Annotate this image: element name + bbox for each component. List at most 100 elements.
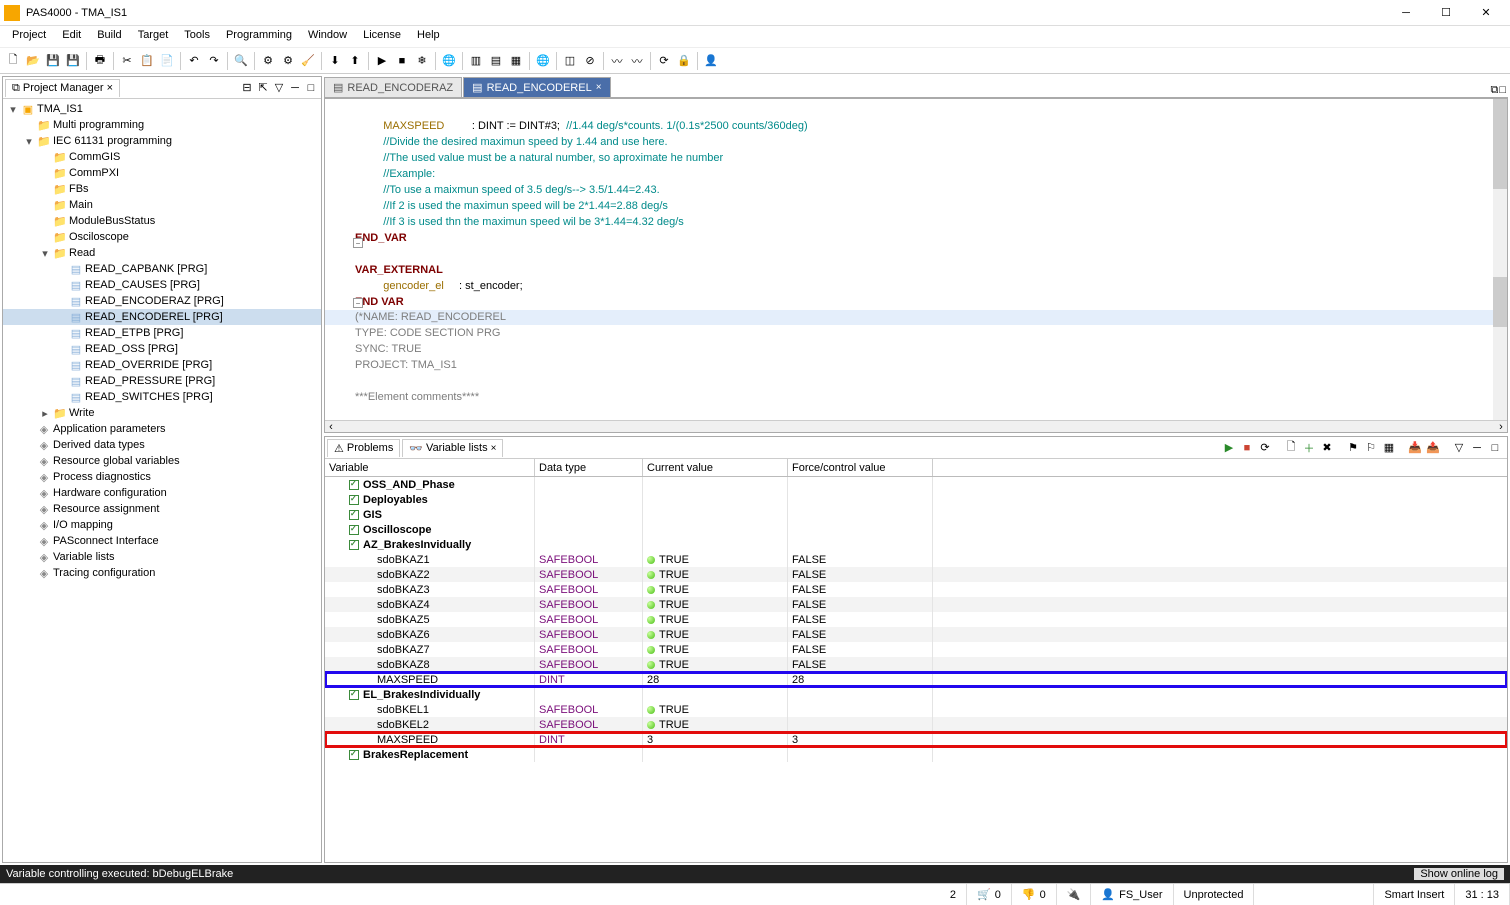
collapse-all-icon[interactable]: ⊟ [240,81,254,95]
variable-group-row[interactable]: OSS_AND_Phase [325,477,1507,492]
editor-vscrollbar[interactable] [1493,99,1507,420]
variable-row[interactable]: sdoBKAZ2SAFEBOOLTRUEFALSE [325,567,1507,582]
menu-edit[interactable]: Edit [54,26,89,47]
col-header-current[interactable]: Current value [643,459,788,476]
tree-item[interactable]: ▾▣TMA_IS1 [3,101,321,117]
variable-group-row[interactable]: GIS [325,507,1507,522]
panel3-icon[interactable]: ▦ [507,52,525,70]
tree-toggle-icon[interactable]: ▾ [23,135,35,148]
save-all-icon[interactable]: 💾 [64,52,82,70]
delete-icon[interactable]: ✖ [1319,440,1335,456]
tree-item[interactable]: ◈Process diagnostics [3,469,321,485]
rebuild-icon[interactable]: ⚙ [279,52,297,70]
globe-icon[interactable]: 🌐 [534,52,552,70]
maximize-button[interactable]: ☐ [1426,1,1466,25]
panel-max-icon[interactable]: □ [1487,440,1503,456]
variable-row[interactable]: MAXSPEEDDINT33 [325,732,1507,747]
panel1-icon[interactable]: ▥ [467,52,485,70]
download-icon[interactable]: ⬇ [326,52,344,70]
export-icon[interactable]: 📤 [1425,440,1441,456]
import-icon[interactable]: 📥 [1407,440,1423,456]
variable-group-row[interactable]: EL_BrakesIndividually [325,687,1507,702]
group-checkbox-icon[interactable] [349,495,359,505]
print-icon[interactable]: 🖶 [91,52,109,70]
tree-item[interactable]: ▤READ_OSS [PRG] [3,341,321,357]
tree-item[interactable]: 📁CommGIS [3,149,321,165]
menu-programming[interactable]: Programming [218,26,300,47]
tree-item[interactable]: ▤READ_ENCODEREL [PRG] [3,309,321,325]
tree-item[interactable]: 📁Main [3,197,321,213]
variable-row[interactable]: sdoBKAZ6SAFEBOOLTRUEFALSE [325,627,1507,642]
variable-lists-tab[interactable]: 👓 Variable lists × [402,439,503,457]
chart1-icon[interactable]: 〰 [608,52,626,70]
variable-row[interactable]: sdoBKAZ1SAFEBOOLTRUEFALSE [325,552,1507,567]
expand-icon[interactable]: ▦ [1381,440,1397,456]
tree-item[interactable]: ▤READ_PRESSURE [PRG] [3,373,321,389]
variable-row[interactable]: sdoBKAZ4SAFEBOOLTRUEFALSE [325,597,1507,612]
tree-item[interactable]: ▤READ_ETPB [PRG] [3,325,321,341]
group-checkbox-icon[interactable] [349,510,359,520]
tree-item[interactable]: 📁CommPXI [3,165,321,181]
fold-icon[interactable]: − [353,238,363,248]
group-checkbox-icon[interactable] [349,480,359,490]
minimize-button[interactable]: ─ [1386,1,1426,25]
panel-menu-icon[interactable]: ▽ [1451,440,1467,456]
lifebuoy-icon[interactable]: ⊘ [581,52,599,70]
editor-max-icon[interactable]: □ [1499,84,1506,97]
run-icon[interactable]: ▶ [373,52,391,70]
menu-license[interactable]: License [355,26,409,47]
project-manager-tab[interactable]: ⧉ Project Manager × [5,79,120,97]
variable-row[interactable]: sdoBKEL1SAFEBOOLTRUE [325,702,1507,717]
maximize-panel-icon[interactable]: □ [304,81,318,95]
problems-tab[interactable]: ⚠ Problems [327,439,400,457]
tree-item[interactable]: ◈PASconnect Interface [3,533,321,549]
variable-group-row[interactable]: Deployables [325,492,1507,507]
tree-item[interactable]: ◈I/O mapping [3,517,321,533]
tree-item[interactable]: ▤READ_CAPBANK [PRG] [3,261,321,277]
tree-toggle-icon[interactable]: ▾ [39,247,51,260]
user-icon[interactable]: 👤 [702,52,720,70]
tree-item[interactable]: ▸📁Write [3,405,321,421]
tree-item[interactable]: ▤READ_SWITCHES [PRG] [3,389,321,405]
lock-icon[interactable]: 🔒 [675,52,693,70]
variable-row[interactable]: sdoBKAZ8SAFEBOOLTRUEFALSE [325,657,1507,672]
link-icon[interactable]: ⇱ [256,81,270,95]
force-icon[interactable]: ⚑ [1345,440,1361,456]
menu-target[interactable]: Target [130,26,177,47]
project-tree[interactable]: ▾▣TMA_IS1 📁Multi programming▾📁IEC 61131 … [3,99,321,862]
panel2-icon[interactable]: ▤ [487,52,505,70]
variable-row[interactable]: sdoBKEL2SAFEBOOLTRUE [325,717,1507,732]
new-icon[interactable]: 🗋 [4,52,22,70]
stop-icon[interactable]: ■ [1239,440,1255,456]
tree-item[interactable]: ◈Tracing configuration [3,565,321,581]
variable-row[interactable]: sdoBKAZ3SAFEBOOLTRUEFALSE [325,582,1507,597]
menu-build[interactable]: Build [89,26,129,47]
redo-icon[interactable]: ↷ [205,52,223,70]
code-area[interactable]: MAXSPEED : DINT := DINT#3; //1.44 deg/s*… [325,99,1507,420]
tree-item[interactable]: ◈Variable lists [3,549,321,565]
build-icon[interactable]: ⚙ [259,52,277,70]
close-button[interactable]: ✕ [1466,1,1506,25]
group-checkbox-icon[interactable] [349,750,359,760]
add-icon[interactable]: ＋ [1301,440,1317,456]
show-online-log-button[interactable]: Show online log [1414,868,1504,880]
tree-item[interactable]: 📁ModuleBusStatus [3,213,321,229]
tree-item[interactable]: ▤READ_OVERRIDE [PRG] [3,357,321,373]
paste-icon[interactable]: 📄 [158,52,176,70]
upload-icon[interactable]: ⬆ [346,52,364,70]
tree-item[interactable]: ◈Resource assignment [3,501,321,517]
tree-item[interactable]: ◈Application parameters [3,421,321,437]
play-icon[interactable]: ▶ [1221,440,1237,456]
search-icon[interactable]: 🔍 [232,52,250,70]
variable-table[interactable]: Variable Data type Current value Force/c… [325,459,1507,862]
undo-icon[interactable]: ↶ [185,52,203,70]
close-tab-icon[interactable]: × [107,82,113,94]
panel-min-icon[interactable]: ─ [1469,440,1485,456]
menu-window[interactable]: Window [300,26,355,47]
variable-group-row[interactable]: BrakesReplacement [325,747,1507,762]
tree-item[interactable]: 📁Osciloscope [3,229,321,245]
group-checkbox-icon[interactable] [349,690,359,700]
online-icon[interactable]: 🌐 [440,52,458,70]
col-header-force[interactable]: Force/control value [788,459,933,476]
variable-group-row[interactable]: AZ_BrakesInvidually [325,537,1507,552]
